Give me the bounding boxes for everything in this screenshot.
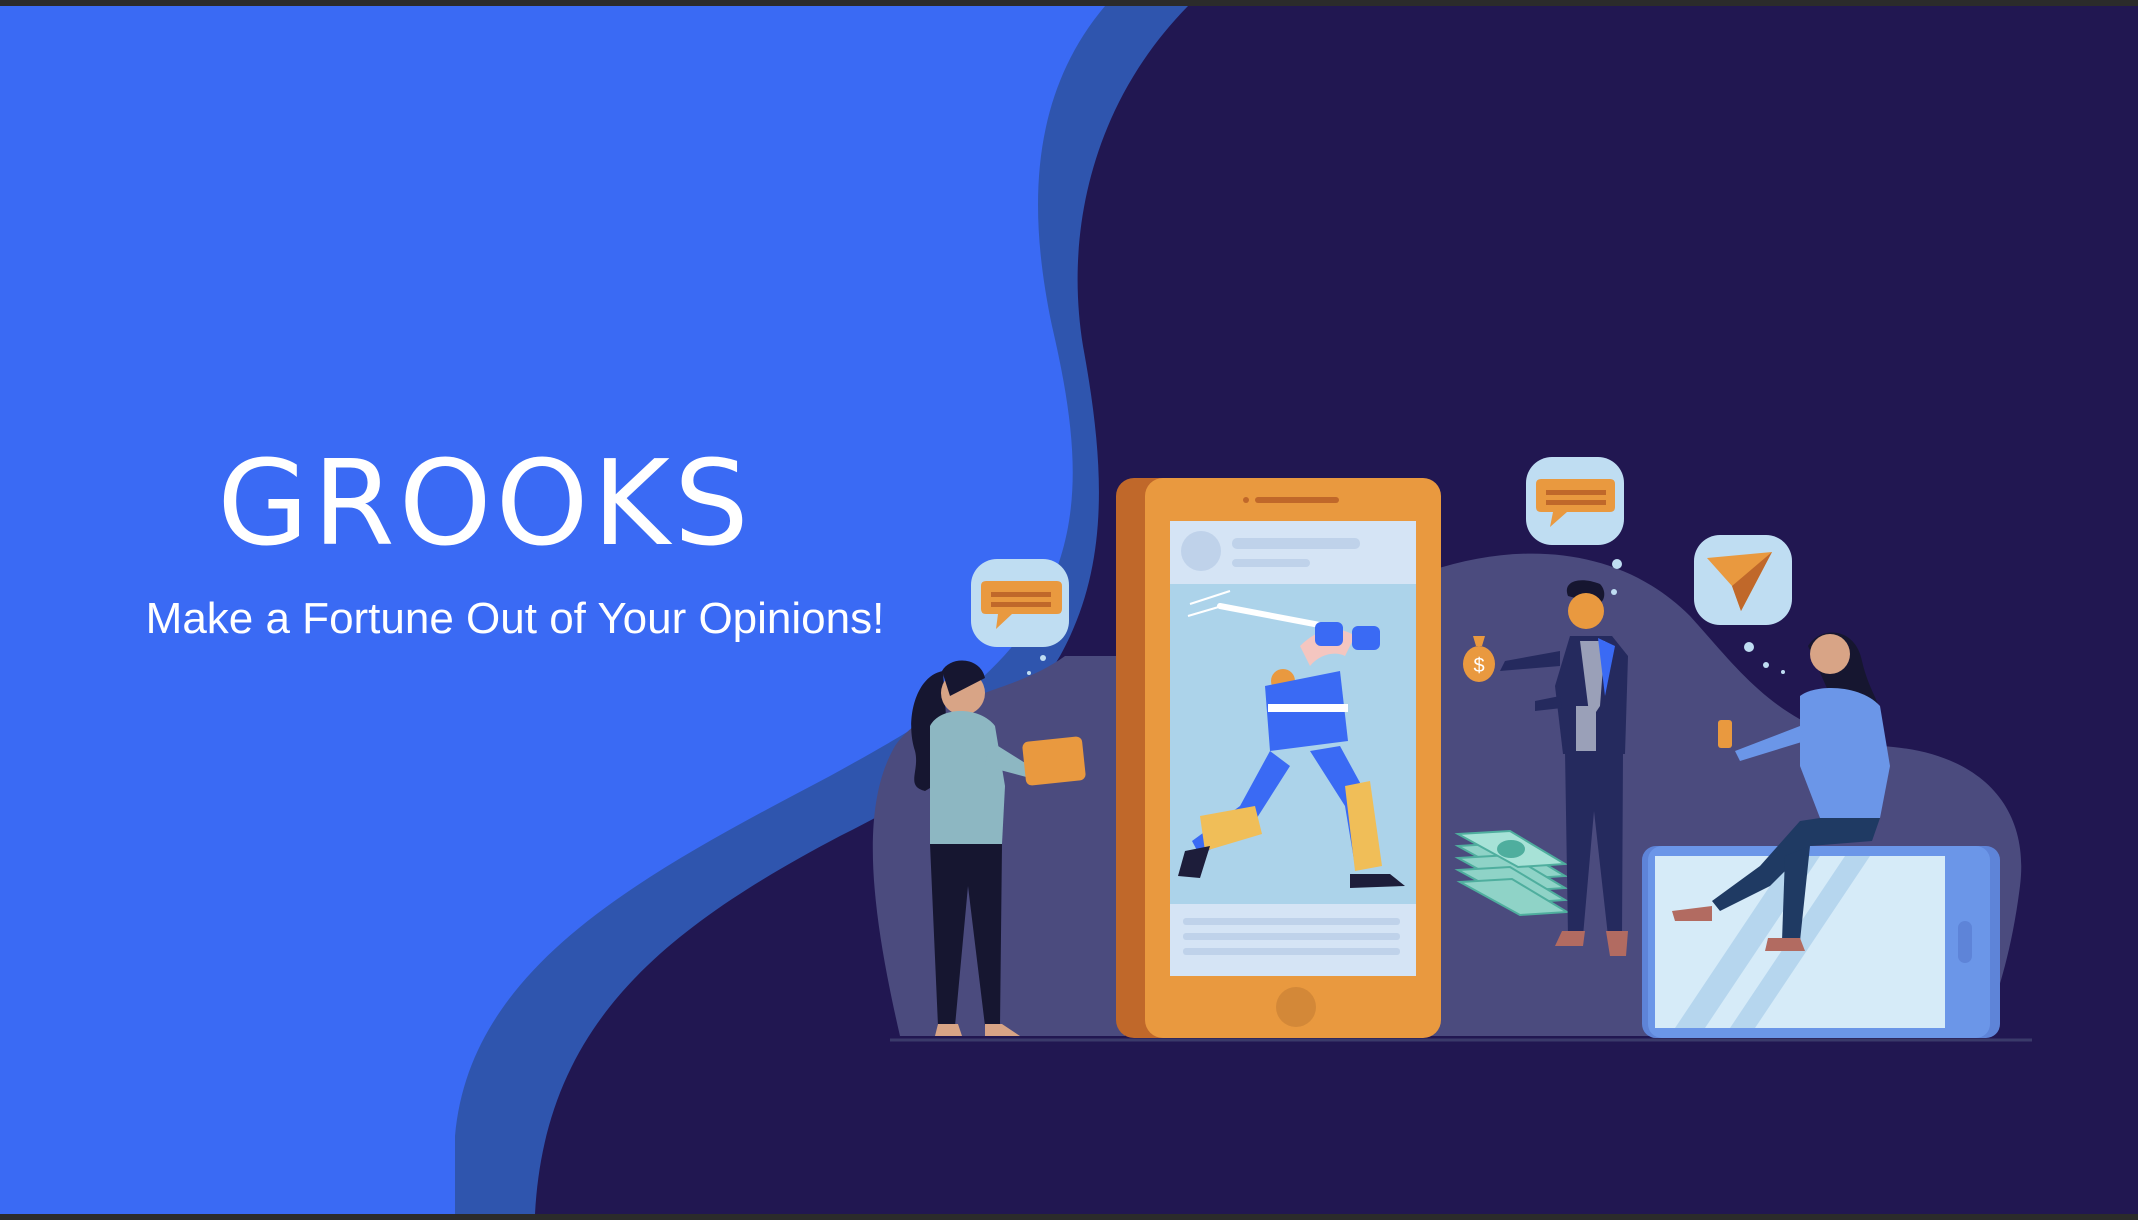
dollar-sign: $ bbox=[1473, 655, 1484, 677]
slide: GROOKS Make a Fortune Out of Your Opinio… bbox=[0, 6, 2138, 1214]
send-arrow-icon bbox=[1694, 535, 1792, 625]
hero-illustration: $ bbox=[872, 457, 2032, 1042]
phone-illustration bbox=[1116, 478, 1441, 1038]
tablet-illustration bbox=[1642, 846, 2000, 1038]
chat-bubble-icon bbox=[971, 559, 1069, 647]
chat-bubble-icon bbox=[1526, 457, 1624, 545]
